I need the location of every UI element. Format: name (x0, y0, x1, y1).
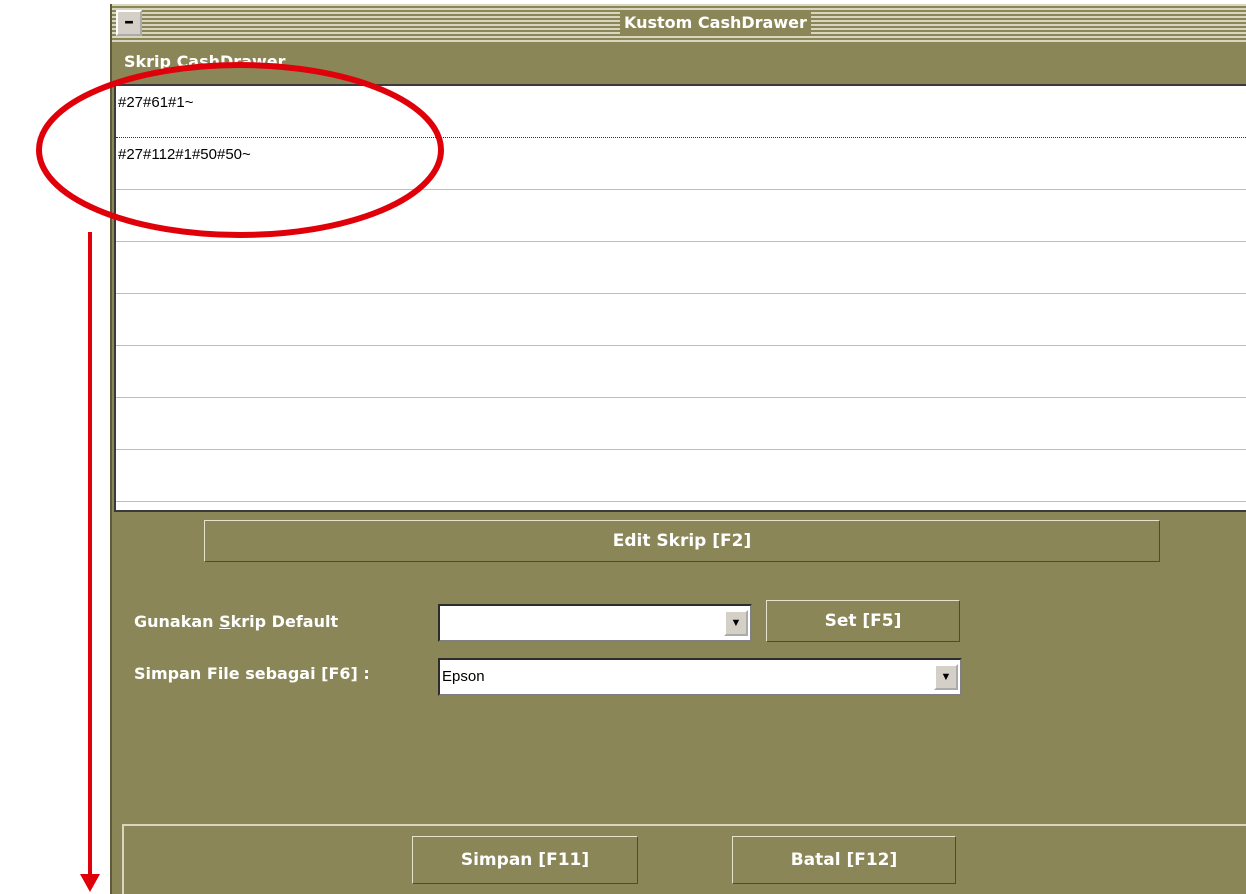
default-script-label-suffix: krip Default (230, 612, 339, 631)
script-row[interactable] (116, 450, 1246, 502)
save-file-label: Simpan File sebagai [F6] : (134, 664, 370, 683)
bottom-bar (122, 824, 1246, 894)
annotation-arrowhead (80, 874, 100, 892)
edit-script-button[interactable]: Edit Skrip [F2] (204, 520, 1160, 562)
script-row[interactable]: #27#61#1~ (116, 86, 1246, 138)
script-row[interactable] (116, 190, 1246, 242)
set-button[interactable]: Set [F5] (766, 600, 960, 642)
chevron-down-icon[interactable]: ▼ (934, 664, 958, 690)
default-script-label: Gunakan Skrip Default (134, 612, 338, 631)
save-file-select[interactable]: Epson ▼ (438, 658, 962, 696)
script-row[interactable] (116, 242, 1246, 294)
script-section-label: Skrip CashDrawer (124, 52, 286, 71)
script-row[interactable] (116, 398, 1246, 450)
chevron-down-icon[interactable]: ▼ (724, 610, 748, 636)
default-script-label-accel: S (219, 612, 231, 631)
minimize-button[interactable]: – (116, 10, 142, 36)
script-list[interactable]: #27#61#1~ #27#112#1#50#50~ (114, 84, 1246, 512)
kustom-cashdrawer-window: – Kustom CashDrawer Skrip CashDrawer #27… (110, 4, 1246, 894)
window-title: Kustom CashDrawer (620, 10, 811, 36)
save-button[interactable]: Simpan [F11] (412, 836, 638, 884)
default-script-label-prefix: Gunakan (134, 612, 220, 631)
save-file-value: Epson (442, 668, 485, 685)
script-row[interactable]: #27#112#1#50#50~ (116, 138, 1246, 190)
cancel-button[interactable]: Batal [F12] (732, 836, 956, 884)
title-bar[interactable]: – Kustom CashDrawer (112, 4, 1246, 44)
script-row[interactable] (116, 294, 1246, 346)
script-row[interactable] (116, 346, 1246, 398)
default-script-select[interactable]: ▼ (438, 604, 752, 642)
